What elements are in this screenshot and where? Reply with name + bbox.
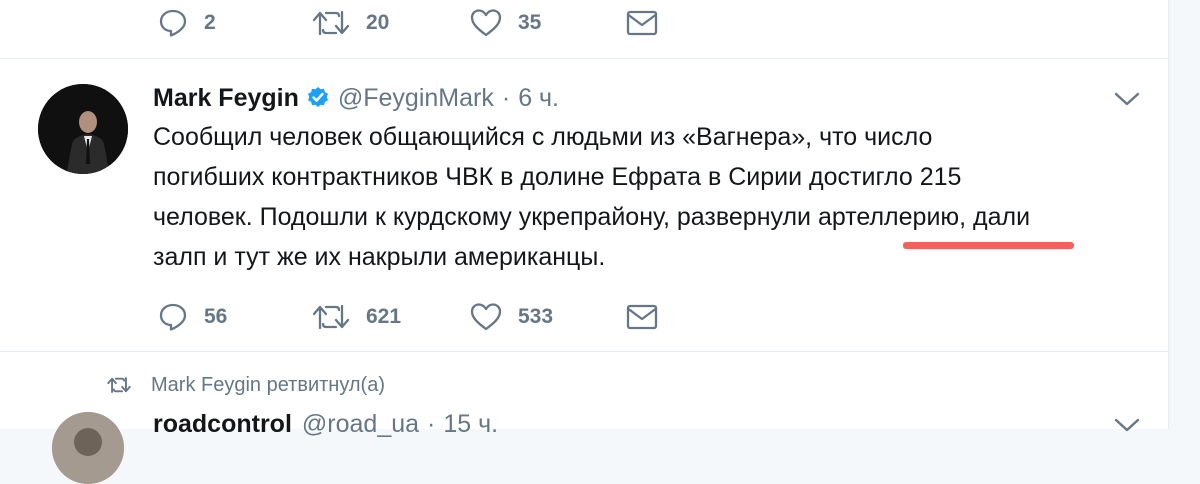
tweet-menu-button[interactable] [1112, 410, 1142, 440]
envelope-icon [626, 304, 658, 330]
tweet-divider [0, 351, 1168, 352]
like-button[interactable]: 35 [470, 3, 541, 43]
retweet-button[interactable]: 621 [312, 297, 401, 337]
timeline: 2 20 35 Mark Feygin @FeyginMark · 6 ч. С… [0, 0, 1169, 484]
retweet-count: 20 [366, 11, 390, 34]
reply-count: 56 [204, 305, 228, 328]
tweet-text-line: погибших контрактников ЧВК в долине Ефра… [153, 163, 962, 191]
reply-icon [159, 303, 187, 331]
heart-icon [470, 9, 502, 37]
reply-icon [159, 9, 187, 37]
tweet-text: Сообщил человек общающийся с людьми из «… [153, 117, 1153, 277]
like-button[interactable]: 533 [470, 297, 553, 337]
reply-count: 2 [204, 11, 216, 34]
chevron-down-icon [1114, 418, 1140, 432]
tweet-timestamp[interactable]: 15 ч. [443, 410, 498, 439]
author-name[interactable]: roadcontrol [153, 410, 292, 439]
tweet-timestamp[interactable]: 6 ч. [518, 84, 559, 113]
direct-message-button[interactable] [626, 297, 658, 337]
chevron-down-icon [1114, 92, 1140, 106]
like-count: 533 [518, 305, 554, 328]
retweet-icon [312, 10, 350, 36]
envelope-icon [626, 10, 658, 36]
retweet-icon [312, 304, 350, 330]
avatar[interactable] [52, 412, 124, 484]
tweet-header: roadcontrol @road_ua · 15 ч. [153, 410, 498, 439]
like-count: 35 [518, 11, 542, 34]
tweet-header: Mark Feygin @FeyginMark · 6 ч. [153, 80, 559, 116]
heart-icon [470, 303, 502, 331]
author-handle[interactable]: @road_ua [302, 410, 419, 439]
tweet-text-line: человек. Подошли к курдскому укрепрайону… [153, 203, 1031, 231]
reply-button[interactable]: 2 [158, 3, 216, 43]
retweet-icon [107, 377, 131, 393]
retweet-notice: Mark Feygin ретвитнул(а) [107, 370, 385, 400]
tweet-text-line: Сообщил человек общающийся с людьми из «… [153, 123, 933, 151]
separator-dot: · [427, 410, 436, 438]
avatar[interactable] [38, 84, 128, 174]
retweet-button[interactable]: 20 [312, 3, 389, 43]
tweet-divider [0, 58, 1168, 59]
separator-dot: · [501, 83, 511, 112]
tweet-menu-button[interactable] [1112, 84, 1142, 114]
retweet-notice-text[interactable]: Mark Feygin ретвитнул(а) [151, 374, 385, 397]
prev-tweet-actions: 2 20 35 [158, 3, 858, 43]
direct-message-button[interactable] [626, 3, 658, 43]
retweet-count: 621 [366, 305, 402, 328]
highlight-underline [903, 242, 1074, 249]
tweet-actions: 56 621 533 [158, 297, 858, 337]
author-name[interactable]: Mark Feygin [153, 84, 299, 113]
verified-badge-icon [306, 86, 330, 110]
author-handle[interactable]: @FeyginMark [338, 84, 494, 113]
reply-button[interactable]: 56 [158, 297, 227, 337]
